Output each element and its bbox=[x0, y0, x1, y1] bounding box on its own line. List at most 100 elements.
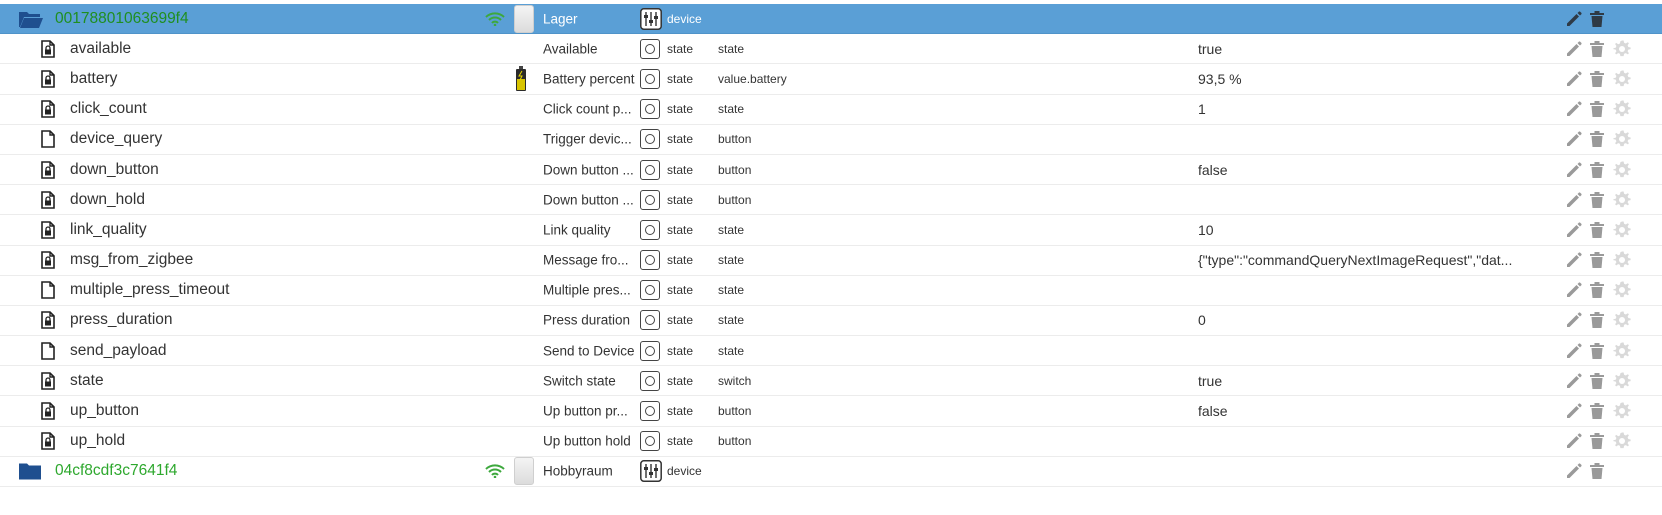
state-name[interactable]: state bbox=[70, 372, 104, 390]
gear-icon[interactable] bbox=[1612, 310, 1632, 330]
state-name[interactable]: down_button bbox=[70, 161, 159, 179]
state-row[interactable]: device_query Trigger devic... state button bbox=[0, 125, 1662, 155]
state-name[interactable]: msg_from_zigbee bbox=[70, 251, 193, 269]
trash-icon[interactable] bbox=[1589, 251, 1605, 269]
state-name[interactable]: click_count bbox=[70, 100, 147, 118]
gear-icon[interactable] bbox=[1612, 69, 1632, 89]
pencil-icon[interactable] bbox=[1565, 100, 1583, 118]
state-name[interactable]: battery bbox=[70, 70, 117, 88]
trash-icon[interactable] bbox=[1589, 100, 1605, 118]
device-folder-row[interactable]: 00178801063699f4 Lager device bbox=[0, 4, 1662, 35]
object-role: state bbox=[718, 253, 745, 268]
state-value[interactable]: true bbox=[1198, 373, 1558, 389]
pencil-icon[interactable] bbox=[1565, 130, 1583, 148]
state-row[interactable]: down_button Down button ... state button fal… bbox=[0, 155, 1662, 186]
state-row[interactable]: available Available state state true bbox=[0, 34, 1662, 65]
pencil-icon[interactable] bbox=[1565, 432, 1583, 450]
state-name[interactable]: link_quality bbox=[70, 221, 147, 239]
file-lock-icon bbox=[41, 100, 55, 118]
state-type-icon bbox=[640, 189, 660, 210]
gear-icon[interactable] bbox=[1612, 280, 1632, 300]
folder-name[interactable]: 00178801063699f4 bbox=[55, 10, 189, 28]
trash-icon[interactable] bbox=[1589, 130, 1605, 148]
trash-icon[interactable] bbox=[1589, 462, 1605, 480]
device-folder-row[interactable]: 04cf8cdf3c7641f4 Hobbyraum device bbox=[0, 457, 1662, 487]
state-name[interactable]: device_query bbox=[70, 130, 162, 148]
object-role: switch bbox=[718, 373, 752, 388]
pencil-icon[interactable] bbox=[1565, 251, 1583, 269]
gear-icon[interactable] bbox=[1612, 371, 1632, 391]
state-row[interactable]: up_hold Up button hold state button bbox=[0, 427, 1662, 457]
pencil-icon[interactable] bbox=[1565, 462, 1583, 480]
pencil-icon[interactable] bbox=[1565, 221, 1583, 239]
state-row[interactable]: up_button Up button pr... state button false bbox=[0, 396, 1662, 427]
pencil-icon[interactable] bbox=[1565, 402, 1583, 420]
state-value[interactable]: true bbox=[1198, 41, 1558, 57]
file-lock-icon bbox=[41, 402, 55, 420]
object-type: state bbox=[667, 404, 694, 419]
state-row[interactable]: send_payload Send to Device state state bbox=[0, 336, 1662, 367]
gear-icon[interactable] bbox=[1612, 341, 1632, 361]
state-name[interactable]: up_hold bbox=[70, 432, 125, 450]
gear-icon[interactable] bbox=[1612, 401, 1632, 421]
state-row[interactable]: click_count Click count p... state state 1 bbox=[0, 95, 1662, 125]
state-value[interactable]: false bbox=[1198, 403, 1558, 419]
trash-icon[interactable] bbox=[1589, 221, 1605, 239]
pencil-icon[interactable] bbox=[1565, 342, 1583, 360]
state-row[interactable]: battery Battery percent state value.battery… bbox=[0, 64, 1662, 95]
gear-icon[interactable] bbox=[1612, 220, 1632, 240]
gear-icon[interactable] bbox=[1612, 129, 1632, 149]
state-row[interactable]: link_quality Link quality state state 10 bbox=[0, 215, 1662, 246]
pencil-icon[interactable] bbox=[1565, 281, 1583, 299]
state-value[interactable]: false bbox=[1198, 162, 1558, 178]
state-name[interactable]: down_hold bbox=[70, 191, 145, 209]
folder-closed-icon[interactable] bbox=[18, 462, 42, 481]
trash-icon[interactable] bbox=[1589, 311, 1605, 329]
pencil-icon[interactable] bbox=[1565, 70, 1583, 88]
state-value[interactable]: 1 bbox=[1198, 101, 1558, 117]
gear-icon[interactable] bbox=[1612, 190, 1632, 210]
trash-icon[interactable] bbox=[1589, 432, 1605, 450]
state-row[interactable]: msg_from_zigbee Message fro... state state {… bbox=[0, 246, 1662, 276]
object-type: state bbox=[667, 132, 694, 147]
pencil-icon[interactable] bbox=[1565, 161, 1583, 179]
state-name[interactable]: multiple_press_timeout bbox=[70, 281, 229, 299]
state-value[interactable]: {"type":"commandQueryNextImageRequest","… bbox=[1198, 252, 1558, 268]
gear-icon[interactable] bbox=[1612, 39, 1632, 59]
trash-icon[interactable] bbox=[1589, 402, 1605, 420]
state-row[interactable]: down_hold Down button ... state button bbox=[0, 185, 1662, 216]
gear-icon[interactable] bbox=[1612, 431, 1632, 451]
object-label: Multiple pres... bbox=[543, 282, 631, 298]
state-value[interactable]: 93,5 % bbox=[1198, 71, 1558, 87]
pencil-icon[interactable] bbox=[1565, 40, 1583, 58]
state-name[interactable]: available bbox=[70, 40, 131, 58]
pencil-icon[interactable] bbox=[1565, 372, 1583, 390]
state-value[interactable]: 0 bbox=[1198, 312, 1558, 328]
gear-icon[interactable] bbox=[1612, 160, 1632, 180]
object-type: state bbox=[667, 162, 694, 177]
trash-icon[interactable] bbox=[1589, 342, 1605, 360]
state-name[interactable]: up_button bbox=[70, 402, 139, 420]
trash-icon[interactable] bbox=[1589, 161, 1605, 179]
pencil-icon[interactable] bbox=[1565, 311, 1583, 329]
trash-icon[interactable] bbox=[1589, 70, 1605, 88]
folder-name[interactable]: 04cf8cdf3c7641f4 bbox=[55, 462, 177, 480]
state-name[interactable]: send_payload bbox=[70, 342, 167, 360]
trash-icon[interactable] bbox=[1589, 40, 1605, 58]
pencil-icon[interactable] bbox=[1565, 10, 1583, 28]
state-name[interactable]: press_duration bbox=[70, 311, 173, 329]
state-row[interactable]: press_duration Press duration state state 0 bbox=[0, 306, 1662, 337]
state-row[interactable]: multiple_press_timeout Multiple pres... st… bbox=[0, 276, 1662, 306]
state-row[interactable]: state Switch state state switch true bbox=[0, 366, 1662, 397]
gear-icon[interactable] bbox=[1612, 99, 1632, 119]
pencil-icon[interactable] bbox=[1565, 191, 1583, 209]
trash-icon[interactable] bbox=[1589, 10, 1605, 28]
object-role: button bbox=[718, 192, 752, 207]
state-value[interactable]: 10 bbox=[1198, 222, 1558, 238]
gear-icon[interactable] bbox=[1612, 250, 1632, 270]
trash-icon[interactable] bbox=[1589, 372, 1605, 390]
trash-icon[interactable] bbox=[1589, 191, 1605, 209]
trash-icon[interactable] bbox=[1589, 281, 1605, 299]
folder-open-icon[interactable] bbox=[18, 9, 44, 29]
object-type: device bbox=[667, 11, 702, 26]
